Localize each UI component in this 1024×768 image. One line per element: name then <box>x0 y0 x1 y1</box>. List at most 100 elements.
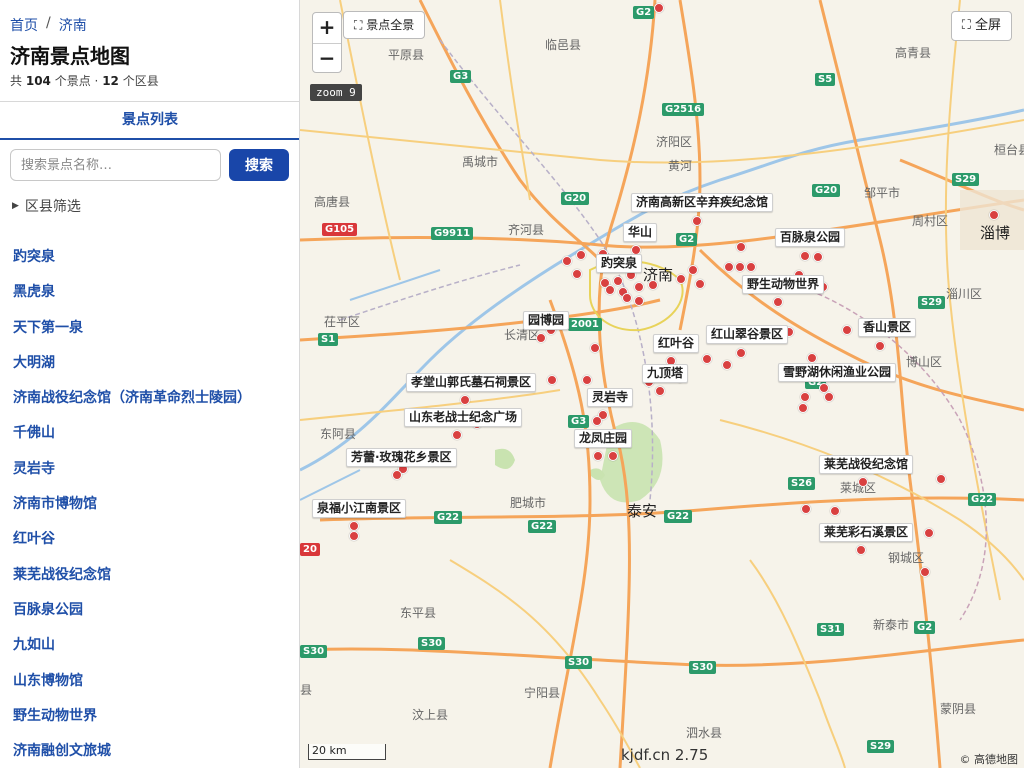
poi-tag[interactable]: 芳蕾·玫瑰花乡景区 <box>346 448 457 467</box>
breadcrumb-current-link[interactable]: 济南 <box>59 15 87 35</box>
breadcrumb-home-link[interactable]: 首页 <box>10 15 38 35</box>
poi-marker[interactable] <box>736 348 746 358</box>
poi-marker[interactable] <box>800 392 810 402</box>
poi-marker[interactable] <box>655 386 665 396</box>
list-item[interactable]: 济南市博物馆 <box>0 487 299 522</box>
poi-marker[interactable] <box>654 3 664 13</box>
list-item[interactable]: 大明湖 <box>0 346 299 381</box>
map-copyright[interactable]: © 高德地图 <box>960 751 1019 767</box>
poi-tag[interactable]: 野生动物世界 <box>742 275 825 294</box>
list-item[interactable]: 黑虎泉 <box>0 275 299 310</box>
poi-marker[interactable] <box>608 451 618 461</box>
poi-marker[interactable] <box>572 269 582 279</box>
place-label: 邹平市 <box>864 186 901 200</box>
list-item[interactable]: 灵岩寺 <box>0 452 299 487</box>
poi-marker[interactable] <box>830 506 840 516</box>
poi-marker[interactable] <box>858 477 868 487</box>
search-input[interactable] <box>10 149 221 181</box>
poi-marker[interactable] <box>460 395 470 405</box>
poi-marker[interactable] <box>547 375 557 385</box>
search-button[interactable]: 搜索 <box>229 149 289 181</box>
tab-poi-list[interactable]: 景点列表 <box>0 102 299 140</box>
poi-tag[interactable]: 趵突泉 <box>596 254 643 273</box>
list-item[interactable]: 山东博物馆 <box>0 664 299 699</box>
poi-marker[interactable] <box>536 333 546 343</box>
poi-marker[interactable] <box>924 528 934 538</box>
poi-tag[interactable]: 园博园 <box>523 311 570 330</box>
list-item[interactable]: 趵突泉 <box>0 240 299 275</box>
poi-marker[interactable] <box>735 262 745 272</box>
poi-marker[interactable] <box>692 216 702 226</box>
poi-tag[interactable]: 红叶谷 <box>653 334 700 353</box>
poi-marker[interactable] <box>842 325 852 335</box>
poi-marker[interactable] <box>562 256 572 266</box>
district-filter-toggle[interactable]: ▶ 区县筛选 <box>12 196 81 216</box>
list-item[interactable]: 天下第一泉 <box>0 311 299 346</box>
fullscreen-button[interactable]: ⛶ 全屏 <box>950 11 1012 41</box>
poi-marker[interactable] <box>452 430 462 440</box>
poi-tag[interactable]: 济南高新区辛弃疾纪念馆 <box>631 193 774 212</box>
poi-marker[interactable] <box>807 353 817 363</box>
poi-marker[interactable] <box>634 296 644 306</box>
poi-marker[interactable] <box>613 276 623 286</box>
poi-tag[interactable]: 雪野湖休闲渔业公园 <box>778 363 897 382</box>
poi-marker[interactable] <box>695 279 705 289</box>
poi-marker[interactable] <box>736 242 746 252</box>
list-item[interactable]: 莱芜战役纪念馆 <box>0 558 299 593</box>
list-item[interactable]: 红叶谷 <box>0 522 299 557</box>
list-item[interactable]: 九如山 <box>0 628 299 663</box>
poi-marker[interactable] <box>605 285 615 295</box>
poi-marker[interactable] <box>622 293 632 303</box>
poi-marker[interactable] <box>800 251 810 261</box>
poi-tag[interactable]: 华山 <box>623 223 658 242</box>
poi-marker[interactable] <box>920 567 930 577</box>
list-item[interactable]: 百脉泉公园 <box>0 593 299 628</box>
poi-marker[interactable] <box>576 250 586 260</box>
map-canvas[interactable]: 平原县 临邑县 高青县 济阳区 禹城市 黄河 邹平市 周村区 桓台县 高唐县 齐… <box>300 0 1024 768</box>
poi-tag[interactable]: 灵岩寺 <box>587 388 634 407</box>
poi-marker[interactable] <box>936 474 946 484</box>
list-item[interactable]: 千佛山 <box>0 416 299 451</box>
highway-shield: S30 <box>565 656 593 669</box>
poi-marker[interactable] <box>349 521 359 531</box>
poi-marker[interactable] <box>801 504 811 514</box>
poi-marker[interactable] <box>634 282 644 292</box>
poi-marker[interactable] <box>392 470 402 480</box>
poi-marker[interactable] <box>582 375 592 385</box>
poi-tag[interactable]: 红山翠谷景区 <box>706 325 789 344</box>
poi-tag[interactable]: 莱芜彩石溪景区 <box>819 523 914 542</box>
poi-tag[interactable]: 莱芜战役纪念馆 <box>819 455 914 474</box>
poi-marker[interactable] <box>856 545 866 555</box>
poi-marker[interactable] <box>813 252 823 262</box>
poi-marker[interactable] <box>688 265 698 275</box>
poi-tag[interactable]: 龙凤庄园 <box>574 429 633 448</box>
poi-marker[interactable] <box>724 262 734 272</box>
poi-marker[interactable] <box>593 451 603 461</box>
poi-marker[interactable] <box>989 210 999 220</box>
poi-marker[interactable] <box>590 343 600 353</box>
sidebar: 首页 / 济南 济南景点地图 共 104 个景点 · 12 个区县 景点列表 搜… <box>0 0 300 768</box>
zoom-out-button[interactable]: − <box>313 44 341 74</box>
list-item[interactable]: 济南战役纪念馆（济南革命烈士陵园） <box>0 381 299 416</box>
poi-marker[interactable] <box>824 392 834 402</box>
poi-marker[interactable] <box>746 262 756 272</box>
poi-marker[interactable] <box>875 341 885 351</box>
list-item[interactable]: 野生动物世界 <box>0 699 299 734</box>
poi-marker[interactable] <box>676 274 686 284</box>
poi-marker[interactable] <box>798 403 808 413</box>
poi-tag[interactable]: 百脉泉公园 <box>775 228 846 247</box>
poi-marker[interactable] <box>722 360 732 370</box>
poi-marker[interactable] <box>773 297 783 307</box>
poi-tag[interactable]: 九顶塔 <box>642 364 689 383</box>
poi-tag[interactable]: 孝堂山郭氏墓石祠景区 <box>406 373 537 392</box>
poi-marker[interactable] <box>702 354 712 364</box>
poi-marker[interactable] <box>349 531 359 541</box>
poi-tag[interactable]: 山东老战士纪念广场 <box>404 408 523 427</box>
poi-tag[interactable]: 香山景区 <box>858 318 917 337</box>
poi-marker[interactable] <box>592 416 602 426</box>
poi-tag[interactable]: 泉福小江南景区 <box>312 499 407 518</box>
poi-marker[interactable] <box>648 280 658 290</box>
overview-button[interactable]: ⛶ 景点全景 <box>343 11 426 39</box>
list-item[interactable]: 济南融创文旅城 <box>0 734 299 768</box>
zoom-in-button[interactable]: + <box>313 13 341 43</box>
